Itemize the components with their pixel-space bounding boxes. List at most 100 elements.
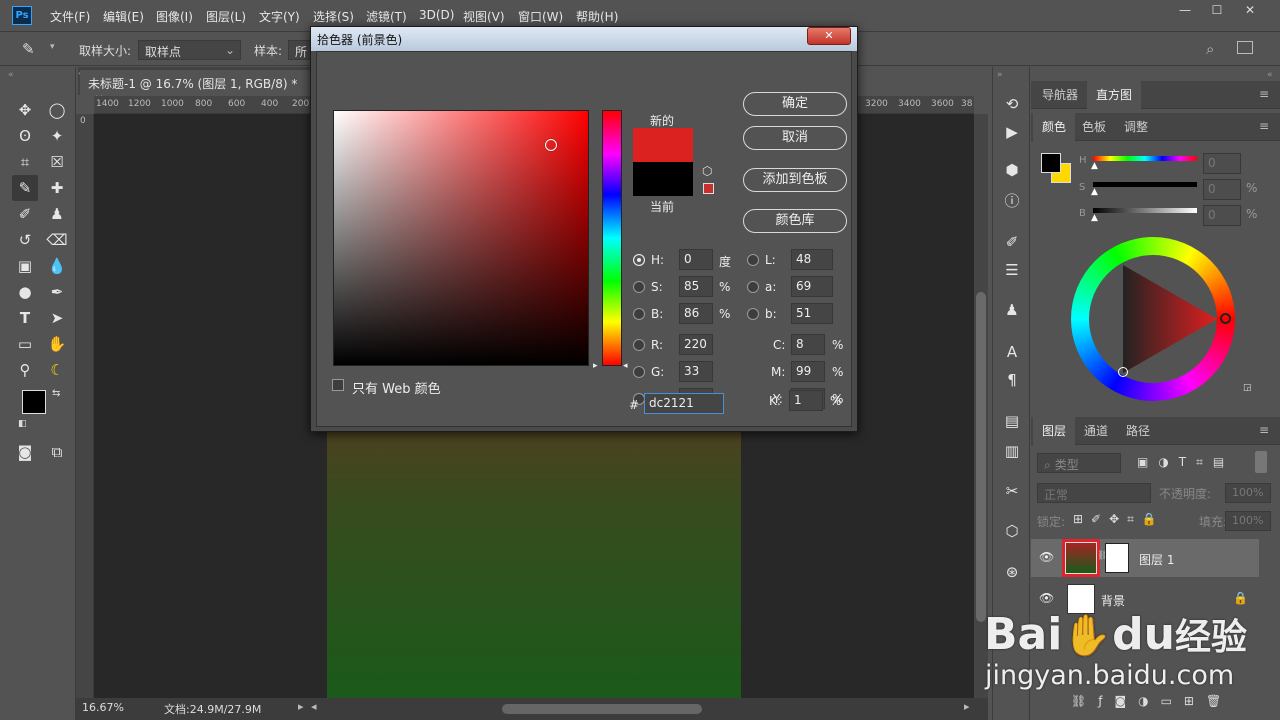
color-panel-foreground[interactable] [1041, 153, 1061, 173]
rectangle-tool-icon[interactable]: ▭ [14, 333, 36, 355]
frame-tool-icon[interactable]: ☒ [46, 151, 68, 173]
lasso-tool-icon[interactable]: ʘ [14, 125, 36, 147]
layer-thumbnail[interactable] [1062, 539, 1100, 577]
layer-filter-select[interactable]: ⌕ 类型 [1037, 453, 1121, 473]
fill-field[interactable]: 100% [1225, 511, 1271, 531]
radio-lightness[interactable] [747, 254, 759, 266]
gradient-tool-icon[interactable]: ▣ [14, 255, 36, 277]
hue-slider-handle-left[interactable]: ▸ [593, 361, 598, 371]
magenta-field[interactable]: 99 [791, 361, 825, 382]
sliders-panel-icon[interactable]: ☰ [1001, 259, 1023, 281]
visibility-eye-icon[interactable]: 👁 [1039, 550, 1054, 564]
visibility-eye-icon[interactable]: 👁 [1039, 591, 1054, 605]
sb-marker[interactable] [545, 139, 557, 151]
menu-3d[interactable]: 3D(D) [419, 8, 454, 22]
properties-panel-icon[interactable]: ▤ [1001, 410, 1023, 432]
radio-green[interactable] [633, 366, 645, 378]
brightness-field[interactable]: 86 [679, 303, 713, 324]
search-icon[interactable]: ⌕ [1206, 40, 1214, 58]
layer-footer-icons[interactable]: ⛓ƒ◙◑▭⊞🗑 [1071, 694, 1233, 708]
slider-handle-icon[interactable]: ▲ [1091, 187, 1098, 197]
dialog-close-icon[interactable]: ✕ [807, 27, 851, 45]
swap-colors-icon[interactable]: ⇆ [52, 388, 60, 399]
menu-image[interactable]: 图像(I) [156, 8, 193, 25]
banana-icon[interactable]: ☾ [46, 359, 68, 381]
cancel-button[interactable]: 取消 [743, 126, 847, 150]
menu-edit[interactable]: 编辑(E) [103, 8, 144, 25]
radio-lab-a[interactable] [747, 281, 759, 293]
menu-view[interactable]: 视图(V) [463, 8, 505, 25]
tab-color[interactable]: 颜色 [1033, 113, 1076, 141]
brush-tool-icon[interactable]: ✐ [14, 203, 36, 225]
blend-mode-select[interactable]: 正常 [1037, 483, 1151, 503]
paragraph-panel-icon[interactable]: ¶ [1001, 369, 1023, 391]
panel-menu-icon[interactable]: ≡ [1259, 423, 1269, 437]
document-tab[interactable]: 未标题-1 @ 16.7% (图层 1, RGB/8) * × [80, 70, 310, 106]
layer-row[interactable]: 👁 ⛓ 图层 1 [1031, 539, 1259, 577]
hue-ring-marker[interactable] [1220, 313, 1231, 324]
resize-icon[interactable]: ◲ [1243, 383, 1252, 393]
default-colors-icon[interactable]: ◧ [18, 419, 27, 429]
tab-channels[interactable]: 通道 [1075, 417, 1117, 445]
hue-slider[interactable] [1093, 156, 1197, 161]
tab-adjustments[interactable]: 调整 [1115, 113, 1157, 141]
move-tool-icon[interactable]: ✥ [14, 99, 36, 121]
tab-paths[interactable]: 路径 [1117, 417, 1159, 445]
saturation-slider[interactable] [1093, 182, 1197, 187]
saturation-value-field[interactable]: 0 [1203, 179, 1241, 200]
add-to-swatches-button[interactable]: 添加到色板 [743, 168, 847, 192]
type-tool-icon[interactable]: T [14, 307, 36, 329]
menu-window[interactable]: 窗口(W) [518, 8, 563, 25]
stamp-tool-icon[interactable]: ♟ [46, 203, 68, 225]
slider-handle-icon[interactable]: ▲ [1091, 161, 1098, 171]
info-panel-icon[interactable]: ⓘ [1001, 190, 1023, 212]
blur-tool-icon[interactable]: 💧 [46, 255, 68, 277]
cyan-field[interactable]: 8 [791, 334, 825, 355]
color-marker[interactable] [1118, 367, 1128, 377]
lock-icons[interactable]: ⊞✐✥⌗🔒 [1073, 512, 1165, 527]
3d-panel-icon[interactable]: ⬡ [1001, 520, 1023, 542]
saturation-field[interactable]: 85 [679, 276, 713, 297]
brightness-value-field[interactable]: 0 [1203, 205, 1241, 226]
quick-mask-icon[interactable]: ◙ [14, 441, 36, 463]
color-wheel[interactable] [1071, 237, 1235, 401]
radio-hue[interactable] [633, 254, 645, 266]
cube-panel-icon[interactable]: ⬢ [1001, 159, 1023, 181]
menu-layer[interactable]: 图层(L) [206, 8, 246, 25]
sample-size-select[interactable]: 取样点 ⌄ [138, 40, 241, 60]
history-panel-icon[interactable]: ⟲ [1001, 93, 1023, 115]
dodge-tool-icon[interactable]: ● [14, 281, 36, 303]
hue-slider-handle-right[interactable]: ◂ [623, 361, 628, 371]
menu-help[interactable]: 帮助(H) [576, 8, 618, 25]
path-select-icon[interactable]: ➤ [46, 307, 68, 329]
hue-slider[interactable] [602, 110, 622, 366]
zoom-tool-icon[interactable]: ⚲ [14, 359, 36, 381]
brightness-slider[interactable] [1093, 208, 1197, 213]
status-arrow-icon[interactable]: ▸ [298, 700, 304, 713]
layer-name[interactable]: 背景 [1101, 592, 1125, 609]
layer-mask-thumbnail[interactable] [1105, 543, 1129, 573]
scroll-right-icon[interactable]: ▸ [964, 700, 970, 713]
ok-button[interactable]: 确定 [743, 92, 847, 116]
red-field[interactable]: 220 [679, 334, 713, 355]
tools-panel-icon[interactable]: ✂ [1001, 480, 1023, 502]
layer-name[interactable]: 图层 1 [1139, 551, 1174, 568]
hue-field[interactable]: 0 [679, 249, 713, 270]
radio-red[interactable] [633, 339, 645, 351]
sample-select[interactable]: 所 [288, 40, 312, 60]
menu-file[interactable]: 文件(F) [50, 8, 90, 25]
notes-panel-icon[interactable]: ▥ [1001, 440, 1023, 462]
healing-brush-icon[interactable]: ✚ [46, 177, 68, 199]
hand-tool-icon[interactable]: ✋ [46, 333, 68, 355]
tab-swatches[interactable]: 色板 [1073, 113, 1115, 141]
web-safe-swatch[interactable] [703, 183, 714, 194]
eraser-tool-icon[interactable]: ⌫ [46, 229, 68, 251]
character-panel-icon[interactable]: A [1001, 341, 1023, 363]
lab-a-field[interactable]: 69 [791, 276, 833, 297]
panel-menu-icon[interactable]: ≡ [1259, 119, 1269, 133]
horizontal-scrollbar[interactable] [502, 704, 702, 714]
lab-b-field[interactable]: 51 [791, 303, 833, 324]
paths-panel-icon[interactable]: ⊛ [1001, 561, 1023, 583]
pen-tool-icon[interactable]: ✒ [46, 281, 68, 303]
maximize-icon[interactable]: ☐ [1207, 3, 1227, 19]
